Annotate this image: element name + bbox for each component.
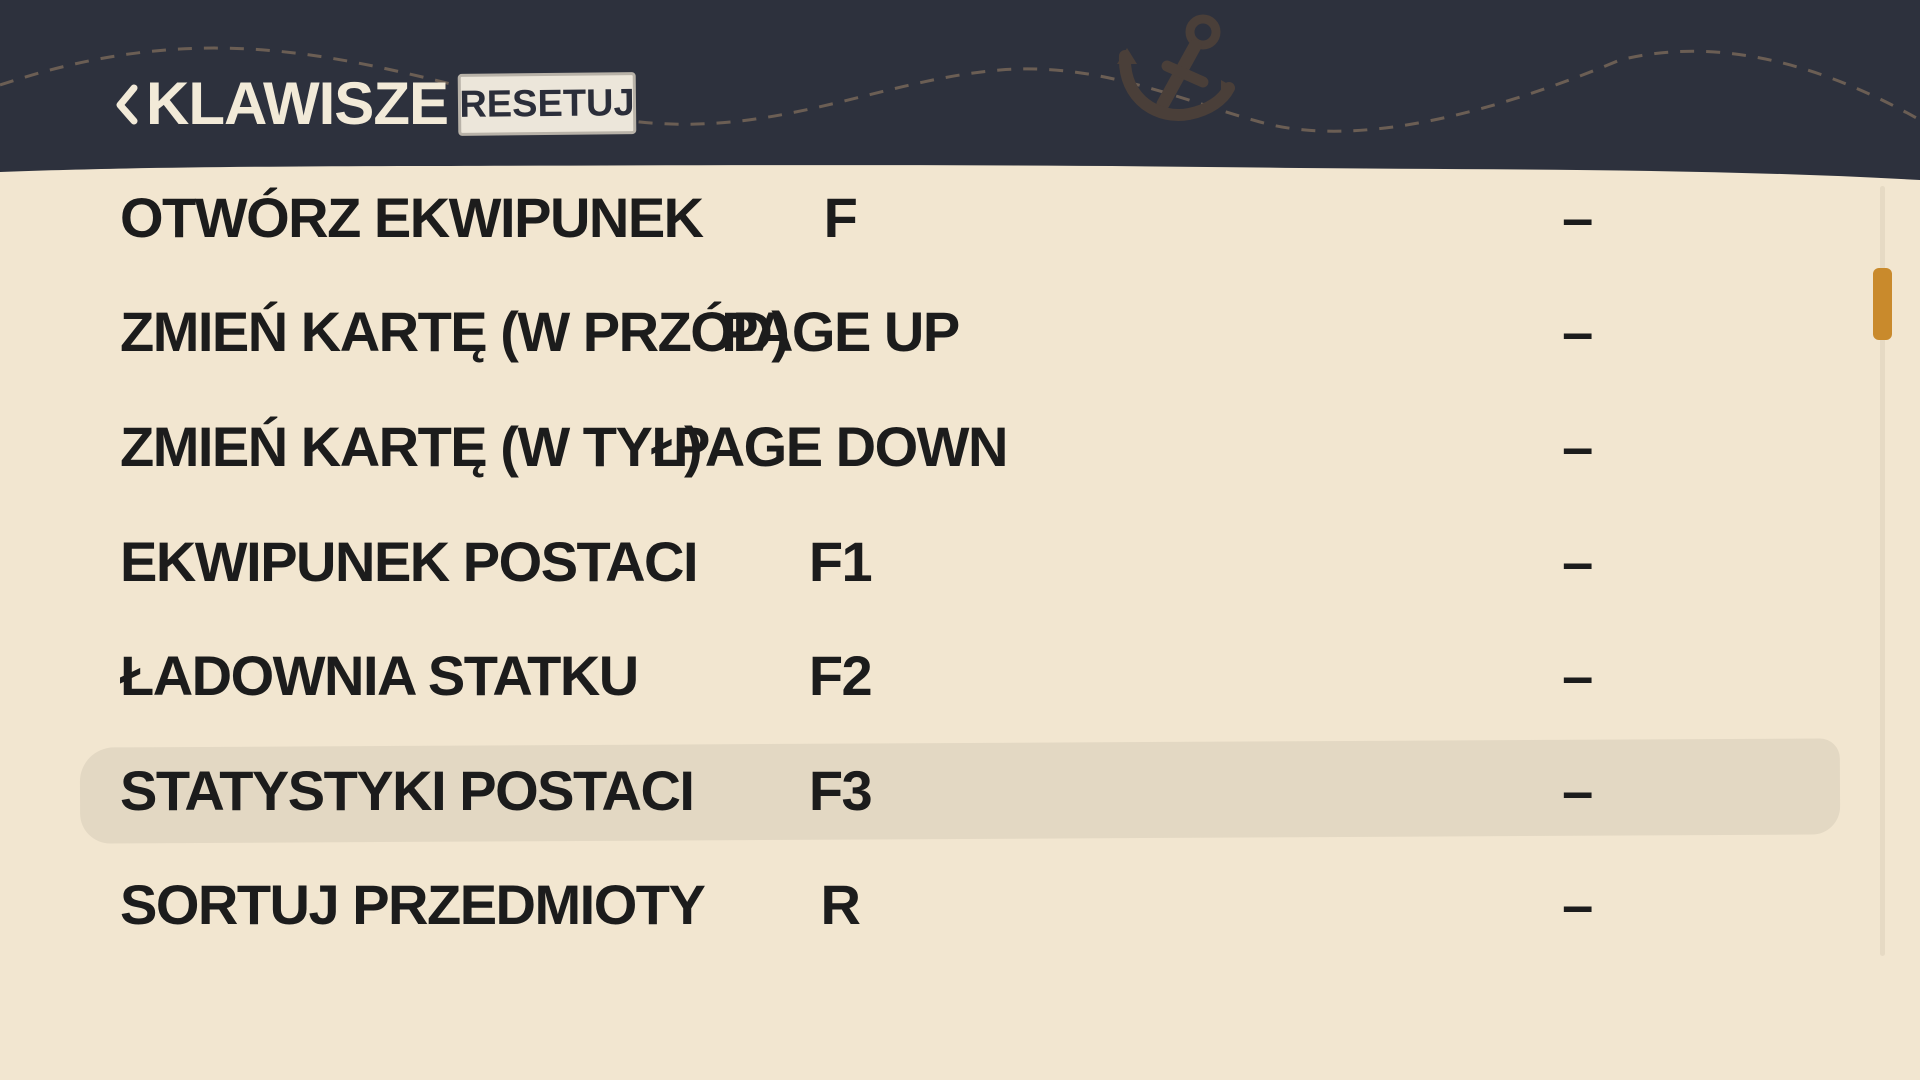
- action-label: EKWIPUNEK POSTACI: [120, 530, 699, 593]
- action-label: ŁADOWNIA STATKU: [120, 644, 639, 707]
- secondary-key-slot[interactable]: –: [1527, 284, 1627, 380]
- binding-row-character-stats[interactable]: STATYSTYKI POSTACI F3 –: [80, 743, 1840, 839]
- primary-key-slot[interactable]: PAGE DOWN: [640, 399, 1040, 495]
- binding-row-previous-tab[interactable]: ZMIEŃ KARTĘ (W TYŁ) PAGE DOWN –: [80, 399, 1840, 495]
- action-label: SORTUJ PRZEDMIOTY: [120, 873, 706, 936]
- action-label: STATYSTYKI POSTACI: [120, 759, 695, 822]
- back-button[interactable]: KLAWISZE: [112, 66, 449, 142]
- primary-key-slot[interactable]: R: [640, 857, 1040, 953]
- secondary-key-slot[interactable]: –: [1527, 514, 1627, 610]
- binding-row-sort-items[interactable]: SORTUJ PRZEDMIOTY R –: [80, 857, 1840, 953]
- binding-row-next-tab[interactable]: ZMIEŃ KARTĘ (W PRZÓD) PAGE UP –: [80, 284, 1840, 380]
- binding-row-character-equipment[interactable]: EKWIPUNEK POSTACI F1 –: [80, 514, 1840, 610]
- secondary-key-slot[interactable]: –: [1527, 399, 1627, 495]
- primary-key-slot[interactable]: PAGE UP: [640, 284, 1040, 380]
- reset-button[interactable]: RESETUJ: [457, 72, 637, 136]
- scrollbar-thumb[interactable]: [1873, 268, 1892, 340]
- action-label: OTWÓRZ EKWIPUNEK: [120, 186, 704, 249]
- binding-row-open-inventory[interactable]: OTWÓRZ EKWIPUNEK F –: [80, 170, 1840, 266]
- secondary-key-slot[interactable]: –: [1527, 170, 1627, 266]
- header-bar: KLAWISZE RESETUJ: [0, 0, 1920, 190]
- secondary-key-slot[interactable]: –: [1527, 743, 1627, 839]
- binding-row-ship-cargo[interactable]: ŁADOWNIA STATKU F2 –: [80, 628, 1840, 724]
- primary-key-slot[interactable]: F: [640, 170, 1040, 266]
- action-label: ZMIEŃ KARTĘ (W TYŁ): [120, 415, 703, 478]
- chevron-left-icon: [116, 84, 138, 125]
- primary-key-slot[interactable]: F2: [640, 628, 1040, 724]
- primary-key-slot[interactable]: F1: [640, 514, 1040, 610]
- page-title: KLAWISZE: [146, 70, 449, 137]
- anchor-icon: [1117, 14, 1235, 121]
- secondary-key-slot[interactable]: –: [1527, 857, 1627, 953]
- primary-key-slot[interactable]: F3: [640, 743, 1040, 839]
- secondary-key-slot[interactable]: –: [1527, 628, 1627, 724]
